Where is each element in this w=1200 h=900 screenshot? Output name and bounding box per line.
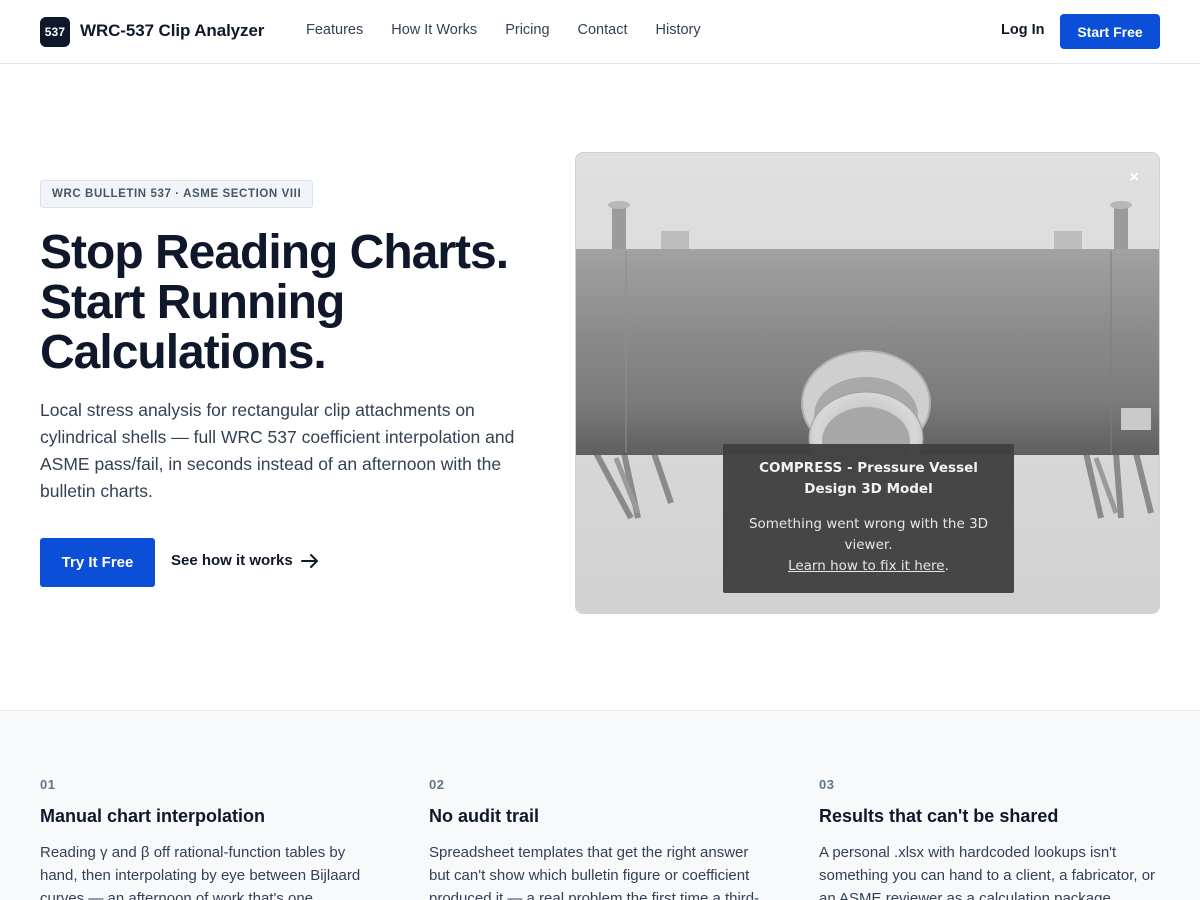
feature-card-1: 01 Manual chart interpolation Reading γ …: [40, 777, 380, 900]
fix-link-suffix: .: [944, 558, 949, 574]
feature-title: No audit trail: [429, 806, 540, 826]
headline-line-3: Calculations.: [40, 326, 327, 379]
3d-model-viewer[interactable]: × COMPRESS - Pressure Vessel Design 3D M…: [575, 152, 1160, 614]
headline-line-2: Start Running: [40, 276, 345, 329]
feature-number: 03: [819, 777, 835, 792]
viewer-error-dialog: COMPRESS - Pressure Vessel Design 3D Mod…: [723, 444, 1014, 593]
feature-card-2: 02 No audit trail Spreadsheet templates …: [429, 777, 769, 900]
login-link[interactable]: Log In: [1001, 22, 1045, 38]
nav-link-history[interactable]: History: [656, 22, 701, 38]
nav-link-how-it-works[interactable]: How It Works: [391, 22, 477, 38]
feature-body: Spreadsheet templates that get the right…: [429, 844, 760, 900]
try-it-free-button[interactable]: Try It Free: [40, 538, 155, 587]
hero-description: Local stress analysis for rectangular cl…: [40, 400, 515, 501]
viewer-error-text: Something went wrong with the 3D viewer.: [748, 516, 989, 553]
top-nav: 537 WRC-537 Clip Analyzer Features How I…: [0, 0, 1200, 64]
see-how-label: See how it works: [171, 552, 293, 569]
headline-line-1: Stop Reading Charts.: [40, 226, 509, 279]
feature-card-3: 03 Results that can't be shared A person…: [819, 777, 1159, 900]
feature-body: A personal .xlsx with hardcoded lookups …: [819, 844, 1156, 900]
problems-section: 01 Manual chart interpolation Reading γ …: [0, 710, 1200, 900]
feature-title: Manual chart interpolation: [40, 806, 266, 826]
feature-number: 02: [429, 777, 445, 792]
start-free-button[interactable]: Start Free: [1060, 14, 1160, 49]
brand-name[interactable]: WRC-537 Clip Analyzer: [80, 21, 264, 41]
arrow-right-icon: [300, 553, 318, 568]
logo-mark[interactable]: 537: [40, 17, 70, 47]
nav-link-pricing[interactable]: Pricing: [505, 22, 549, 38]
hero-headline: Stop Reading Charts. Start Running Calcu…: [40, 228, 560, 378]
feature-number: 01: [40, 777, 56, 792]
nav-link-contact[interactable]: Contact: [578, 22, 628, 38]
fix-viewer-link[interactable]: Learn how to fix it here: [788, 558, 945, 574]
see-how-it-works-link[interactable]: See how it works: [171, 552, 319, 569]
close-icon[interactable]: ×: [1127, 170, 1141, 186]
viewer-error-title: COMPRESS - Pressure Vessel Design 3D Mod…: [759, 460, 978, 497]
feature-body: Reading γ and β off rational-function ta…: [40, 844, 361, 900]
nav-links: Features How It Works Pricing Contact Hi…: [306, 22, 701, 38]
nav-link-features[interactable]: Features: [306, 22, 363, 38]
viewer-error-message: Something went wrong with the 3D viewer.…: [735, 514, 1002, 577]
feature-title: Results that can't be shared: [819, 806, 1059, 826]
hero-badge: WRC BULLETIN 537 · ASME SECTION VIII: [40, 180, 314, 208]
